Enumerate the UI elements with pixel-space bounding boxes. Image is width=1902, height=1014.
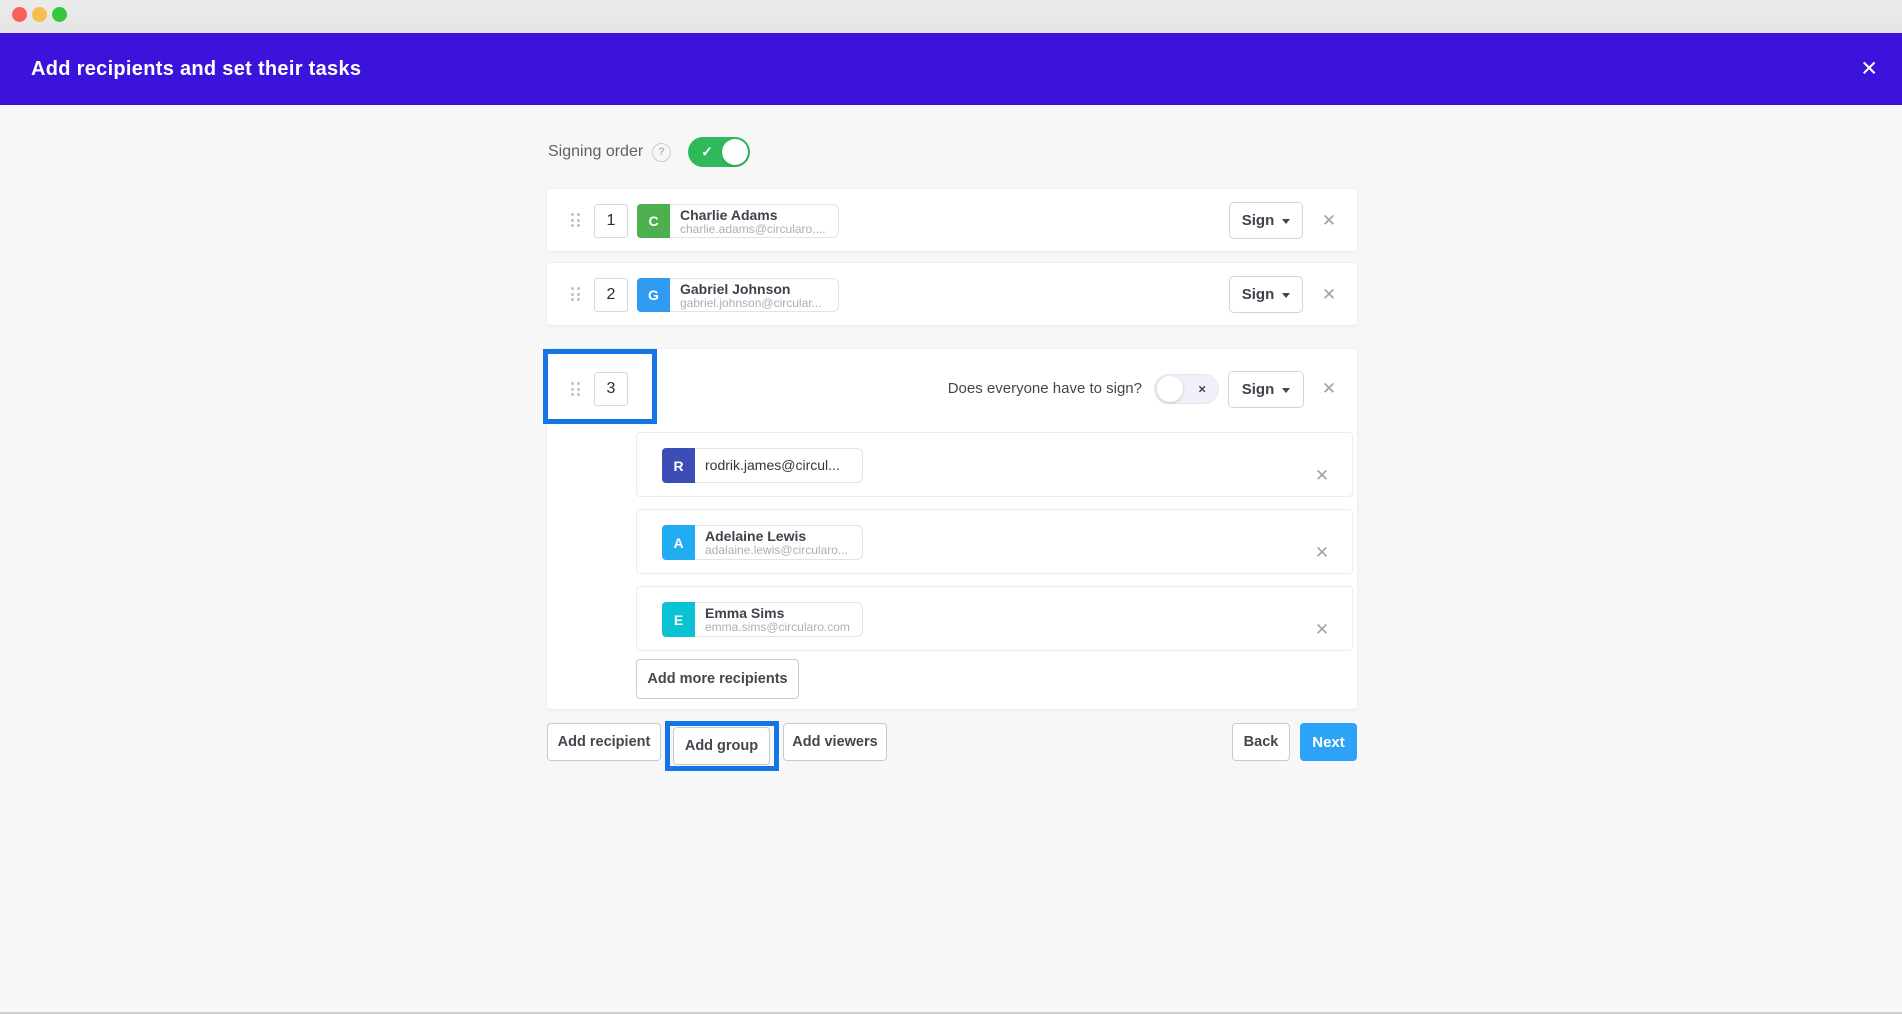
modal-header: Add recipients and set their tasks ✕ bbox=[0, 33, 1902, 105]
x-icon: × bbox=[1198, 382, 1206, 397]
group-member-row: E Emma Sims emma.sims@circularo.com ✕ bbox=[636, 586, 1353, 651]
task-label: Sign bbox=[1242, 381, 1275, 398]
help-icon[interactable]: ? bbox=[652, 143, 671, 162]
recipient-name-field[interactable]: Gabriel Johnson gabriel.johnson@circular… bbox=[670, 278, 839, 312]
group-member-row: A Adelaine Lewis adalaine.lewis@circular… bbox=[636, 509, 1353, 574]
recipient-name-field[interactable]: Charlie Adams charlie.adams@circularo...… bbox=[670, 204, 839, 238]
remove-recipient-icon[interactable]: ✕ bbox=[1317, 263, 1341, 327]
member-email: adalaine.lewis@circularo... bbox=[705, 544, 854, 557]
check-icon: ✓ bbox=[701, 144, 713, 161]
recipient-email: charlie.adams@circularo.... bbox=[680, 223, 830, 236]
task-label: Sign bbox=[1242, 212, 1275, 229]
member-name: Emma Sims bbox=[705, 606, 854, 621]
signing-order-label: Signing order bbox=[548, 143, 643, 161]
signing-order-toggle[interactable]: ✓ bbox=[688, 137, 750, 167]
recipient-name: Gabriel Johnson bbox=[680, 282, 830, 297]
add-recipient-button[interactable]: Add recipient bbox=[547, 723, 661, 761]
member-name-field[interactable]: Emma Sims emma.sims@circularo.com bbox=[695, 602, 863, 637]
avatar: E bbox=[662, 602, 695, 637]
order-number-input[interactable]: 1 bbox=[594, 204, 628, 238]
app-window: Add recipients and set their tasks ✕ Sig… bbox=[0, 0, 1902, 1014]
add-group-button[interactable]: Add group bbox=[673, 727, 770, 765]
recipient-row: 1 C Charlie Adams charlie.adams@circular… bbox=[546, 188, 1358, 252]
chevron-down-icon bbox=[1282, 388, 1290, 393]
close-icon[interactable]: ✕ bbox=[1860, 59, 1878, 80]
order-number-input[interactable]: 2 bbox=[594, 278, 628, 312]
drag-handle-icon[interactable] bbox=[571, 382, 580, 396]
remove-member-icon[interactable]: ✕ bbox=[1310, 520, 1334, 585]
remove-recipient-icon[interactable]: ✕ bbox=[1317, 189, 1341, 253]
next-button[interactable]: Next bbox=[1300, 723, 1357, 761]
task-dropdown[interactable]: Sign bbox=[1229, 276, 1303, 313]
avatar: A bbox=[662, 525, 695, 560]
recipient-row: 2 G Gabriel Johnson gabriel.johnson@circ… bbox=[546, 262, 1358, 326]
toggle-knob bbox=[1157, 376, 1183, 402]
add-viewers-button[interactable]: Add viewers bbox=[783, 723, 887, 761]
member-email: emma.sims@circularo.com bbox=[705, 621, 854, 634]
back-button[interactable]: Back bbox=[1232, 723, 1290, 761]
task-dropdown[interactable]: Sign bbox=[1229, 202, 1303, 239]
chevron-down-icon bbox=[1282, 219, 1290, 224]
add-more-recipients-button[interactable]: Add more recipients bbox=[636, 659, 799, 699]
recipient-group-row: 3 Does everyone have to sign? × Sign ✕ R… bbox=[546, 348, 1358, 710]
page-title: Add recipients and set their tasks bbox=[0, 58, 361, 81]
member-email: rodrik.james@circul... bbox=[705, 458, 840, 473]
everyone-sign-question: Does everyone have to sign? bbox=[948, 380, 1142, 397]
avatar: C bbox=[637, 204, 670, 238]
task-dropdown[interactable]: Sign bbox=[1228, 371, 1304, 408]
remove-group-icon[interactable]: ✕ bbox=[1317, 359, 1341, 419]
remove-member-icon[interactable]: ✕ bbox=[1310, 443, 1334, 508]
group-member-row: R rodrik.james@circul... ✕ bbox=[636, 432, 1353, 497]
window-title-bar bbox=[0, 0, 1902, 33]
toggle-knob bbox=[722, 139, 748, 165]
window-minimize-icon[interactable] bbox=[32, 7, 47, 22]
chevron-down-icon bbox=[1282, 293, 1290, 298]
window-zoom-icon[interactable] bbox=[52, 7, 67, 22]
window-close-icon[interactable] bbox=[12, 7, 27, 22]
member-name: Adelaine Lewis bbox=[705, 529, 854, 544]
avatar: R bbox=[662, 448, 695, 483]
remove-member-icon[interactable]: ✕ bbox=[1310, 597, 1334, 662]
signing-order-row: Signing order ? ✓ bbox=[548, 136, 750, 168]
recipient-name: Charlie Adams bbox=[680, 208, 830, 223]
task-label: Sign bbox=[1242, 286, 1275, 303]
avatar: G bbox=[637, 278, 670, 312]
member-name-field[interactable]: Adelaine Lewis adalaine.lewis@circularo.… bbox=[695, 525, 863, 560]
drag-handle-icon[interactable] bbox=[571, 213, 580, 227]
recipient-email: gabriel.johnson@circular... bbox=[680, 297, 830, 310]
drag-handle-icon[interactable] bbox=[571, 287, 580, 301]
everyone-sign-toggle[interactable]: × bbox=[1154, 374, 1219, 404]
member-email-field[interactable]: rodrik.james@circul... bbox=[695, 448, 863, 483]
order-number-input[interactable]: 3 bbox=[594, 372, 628, 406]
